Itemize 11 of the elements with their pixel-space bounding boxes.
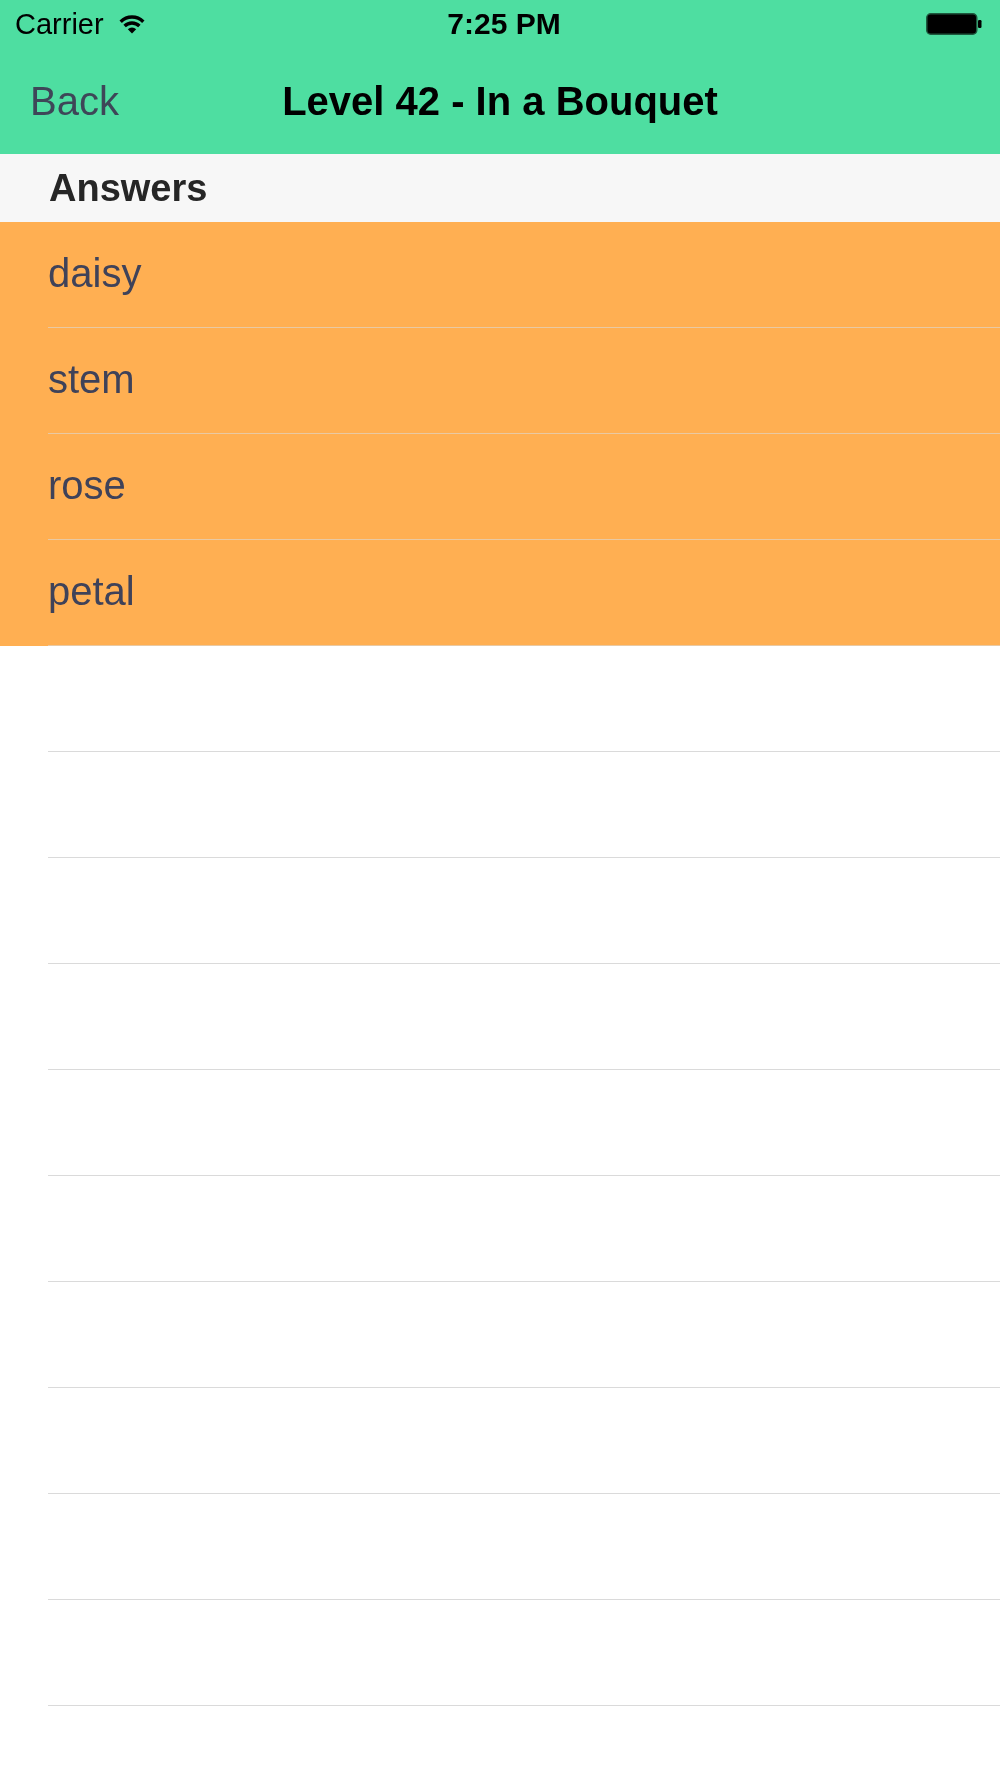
answer-text: rose — [48, 464, 126, 509]
section-title: Answers — [49, 169, 208, 207]
answer-text: stem — [48, 358, 135, 403]
answer-text: petal — [48, 570, 135, 615]
carrier-label: Carrier — [15, 9, 104, 39]
screen-title: Level 42 - In a Bouquet — [282, 81, 718, 121]
back-button[interactable]: Back — [30, 73, 119, 129]
answer-text: daisy — [48, 252, 142, 297]
wifi-icon — [117, 14, 146, 34]
status-time: 7:25 PM — [446, 9, 561, 39]
battery-icon — [926, 13, 982, 35]
